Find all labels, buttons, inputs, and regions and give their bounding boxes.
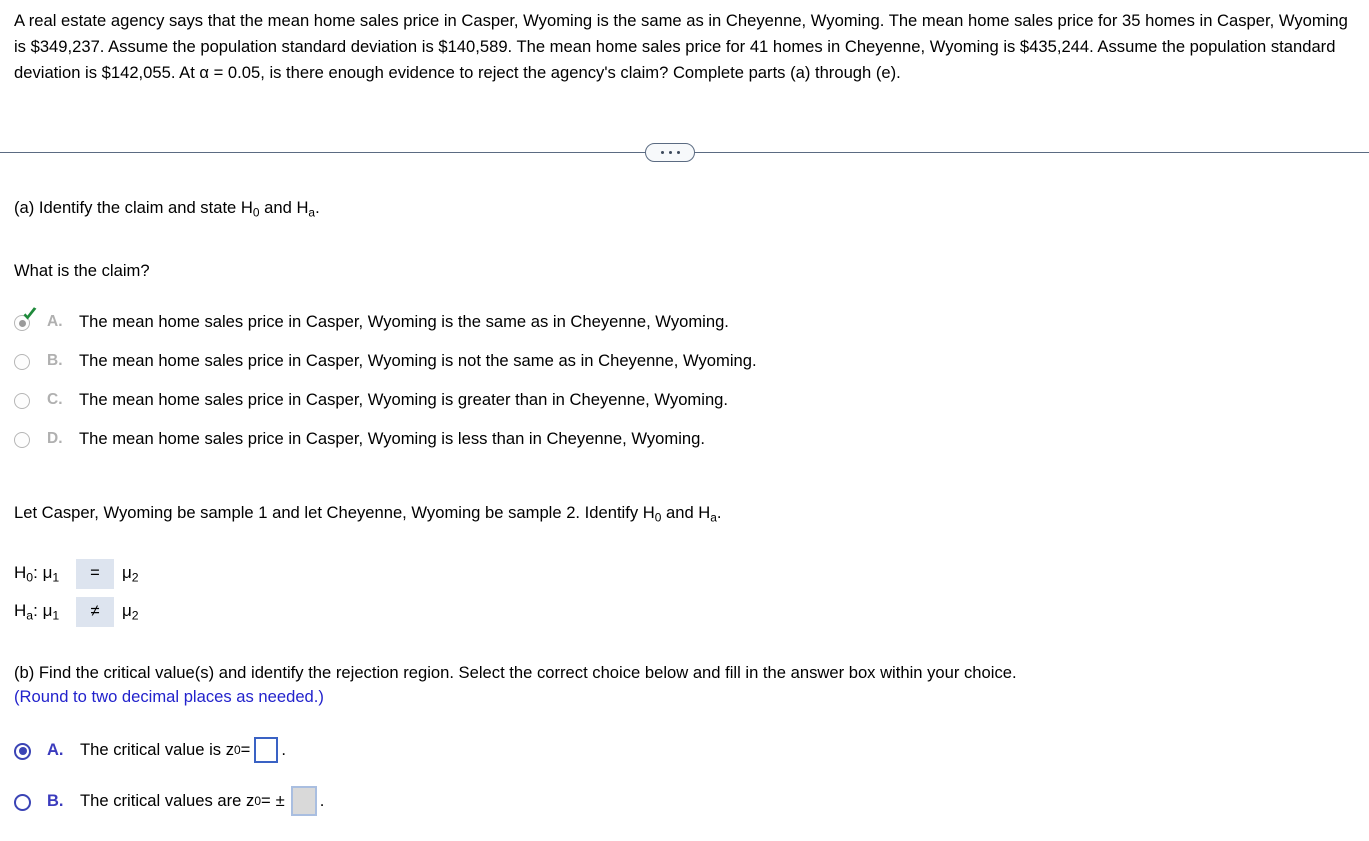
choice-text-b-b: The critical values are z0 = ±. (80, 786, 325, 817)
z-subscript: 0 (254, 794, 261, 809)
mu-right-sub: 2 (131, 608, 139, 623)
trailing-period: . (319, 791, 325, 811)
part-a-choice-a[interactable]: A. The mean home sales price in Casper, … (14, 307, 1354, 350)
alternative-hypothesis-label: Ha: μ1 (14, 601, 76, 622)
problem-body: (a) Identify the claim and state H0 and … (14, 196, 1354, 827)
part-b-choice-b[interactable]: B. The critical values are z0 = ±. (14, 776, 1354, 827)
equals-sign: = (260, 791, 271, 811)
part-b-prompt: (b) Find the critical value(s) and ident… (14, 662, 1017, 682)
ellipsis-dot (660, 151, 664, 154)
choice-text-d: The mean home sales price in Casper, Wyo… (79, 429, 705, 449)
part-b-choice-a[interactable]: A. The critical value is z0 = . (14, 725, 1354, 776)
radio-button-a[interactable] (14, 315, 30, 332)
problem-statement: A real estate agency says that the mean … (14, 11, 1348, 82)
part-a-choice-b[interactable]: B. The mean home sales price in Casper, … (14, 350, 1354, 389)
part-a-prompt-sub-null: 0 (252, 205, 260, 220)
sample-sentence-prefix: Let Casper, Wyoming be sample 1 and let … (14, 503, 655, 523)
mu-right-symbol: μ (122, 600, 132, 620)
part-a-prompt-mid: and H (259, 198, 309, 217)
radio-slot (14, 389, 47, 411)
part-a-prompt-suffix: . (315, 198, 320, 217)
critical-values-text: The critical values are z (80, 791, 255, 811)
radio-button-d[interactable] (14, 432, 30, 449)
sample-identification-sentence: Let Casper, Wyoming be sample 1 and let … (14, 501, 1354, 529)
mu-right-sub: 2 (131, 570, 139, 585)
ellipsis-icon[interactable] (645, 143, 695, 162)
part-a-question: What is the claim? (14, 261, 150, 281)
radio-button-b[interactable] (14, 354, 30, 371)
part-a-prompt-prefix: (a) Identify the claim and state H (14, 198, 253, 217)
ellipsis-dot (668, 151, 672, 154)
critical-values-input (290, 786, 317, 817)
mu-left-sub: 1 (52, 570, 60, 585)
part-a-prompt: (a) Identify the claim and state H0 and … (14, 196, 1354, 224)
radio-button-b-b[interactable] (14, 793, 31, 811)
null-hypothesis-operator-select[interactable]: = (76, 558, 114, 589)
mu-left: μ (42, 600, 53, 620)
h-letter: H (14, 600, 27, 620)
radio-slot (14, 739, 47, 761)
critical-value-text: The critical value is z (80, 740, 235, 760)
part-b-block: (b) Find the critical value(s) and ident… (14, 661, 1354, 827)
null-hypothesis-mu-right: μ2 (122, 563, 139, 584)
trailing-period: . (281, 740, 286, 760)
choice-letter-b-b: B. (47, 791, 64, 810)
sample-sentence-mid: and H (661, 503, 711, 523)
alternative-hypothesis-mu-right: μ2 (122, 601, 139, 622)
radio-button-c[interactable] (14, 393, 30, 410)
h-colon: : (33, 600, 38, 620)
choice-letter-b-a: A. (47, 740, 64, 759)
radio-slot (14, 307, 47, 333)
z-subscript: 0 (234, 743, 241, 758)
h-colon: : (33, 562, 38, 582)
radio-button-b-a[interactable] (14, 742, 31, 760)
equals-sign: = (240, 740, 251, 760)
part-b-choice-list: A. The critical value is z0 = . B. The c… (14, 725, 1354, 827)
part-a-choice-d[interactable]: D. The mean home sales price in Casper, … (14, 428, 1354, 467)
sample-sentence-sub-alt: a (710, 510, 717, 525)
choice-letter-b: B. (47, 352, 63, 370)
section-divider (0, 143, 1369, 163)
choice-text-b-a: The critical value is z0 = . (80, 737, 286, 764)
choice-letter-d: D. (47, 430, 63, 448)
null-hypothesis-row: H0: μ1 = μ2 (14, 555, 1354, 593)
ellipsis-dot (676, 151, 680, 154)
mu-right-symbol: μ (122, 562, 132, 582)
mu-left: μ (42, 562, 53, 582)
null-hypothesis-label: H0: μ1 (14, 563, 76, 584)
choice-text-a: The mean home sales price in Casper, Wyo… (79, 312, 729, 332)
mu-left-sub: 1 (52, 608, 60, 623)
radio-slot (14, 428, 47, 450)
hypotheses-block: H0: μ1 = μ2 Ha: μ1 ≠ μ2 (14, 555, 1354, 631)
choice-letter-a: A. (47, 313, 63, 331)
problem-page: A real estate agency says that the mean … (0, 0, 1369, 841)
radio-slot (14, 350, 47, 372)
choice-letter-c: C. (47, 391, 63, 409)
part-b-rounding-note: (Round to two decimal places as needed.) (14, 686, 324, 706)
part-a-choice-c[interactable]: C. The mean home sales price in Casper, … (14, 389, 1354, 428)
alternative-hypothesis-operator-select[interactable]: ≠ (76, 596, 114, 627)
plus-minus-symbol: ± (275, 791, 285, 811)
part-a-choice-list: A. The mean home sales price in Casper, … (14, 307, 1354, 467)
critical-value-input[interactable] (254, 737, 279, 764)
choice-text-b: The mean home sales price in Casper, Wyo… (79, 351, 757, 371)
alternative-hypothesis-row: Ha: μ1 ≠ μ2 (14, 593, 1354, 631)
radio-slot (14, 790, 47, 812)
choice-text-c: The mean home sales price in Casper, Wyo… (79, 390, 729, 410)
h-letter: H (14, 562, 27, 582)
sample-sentence-suffix: . (716, 503, 722, 523)
